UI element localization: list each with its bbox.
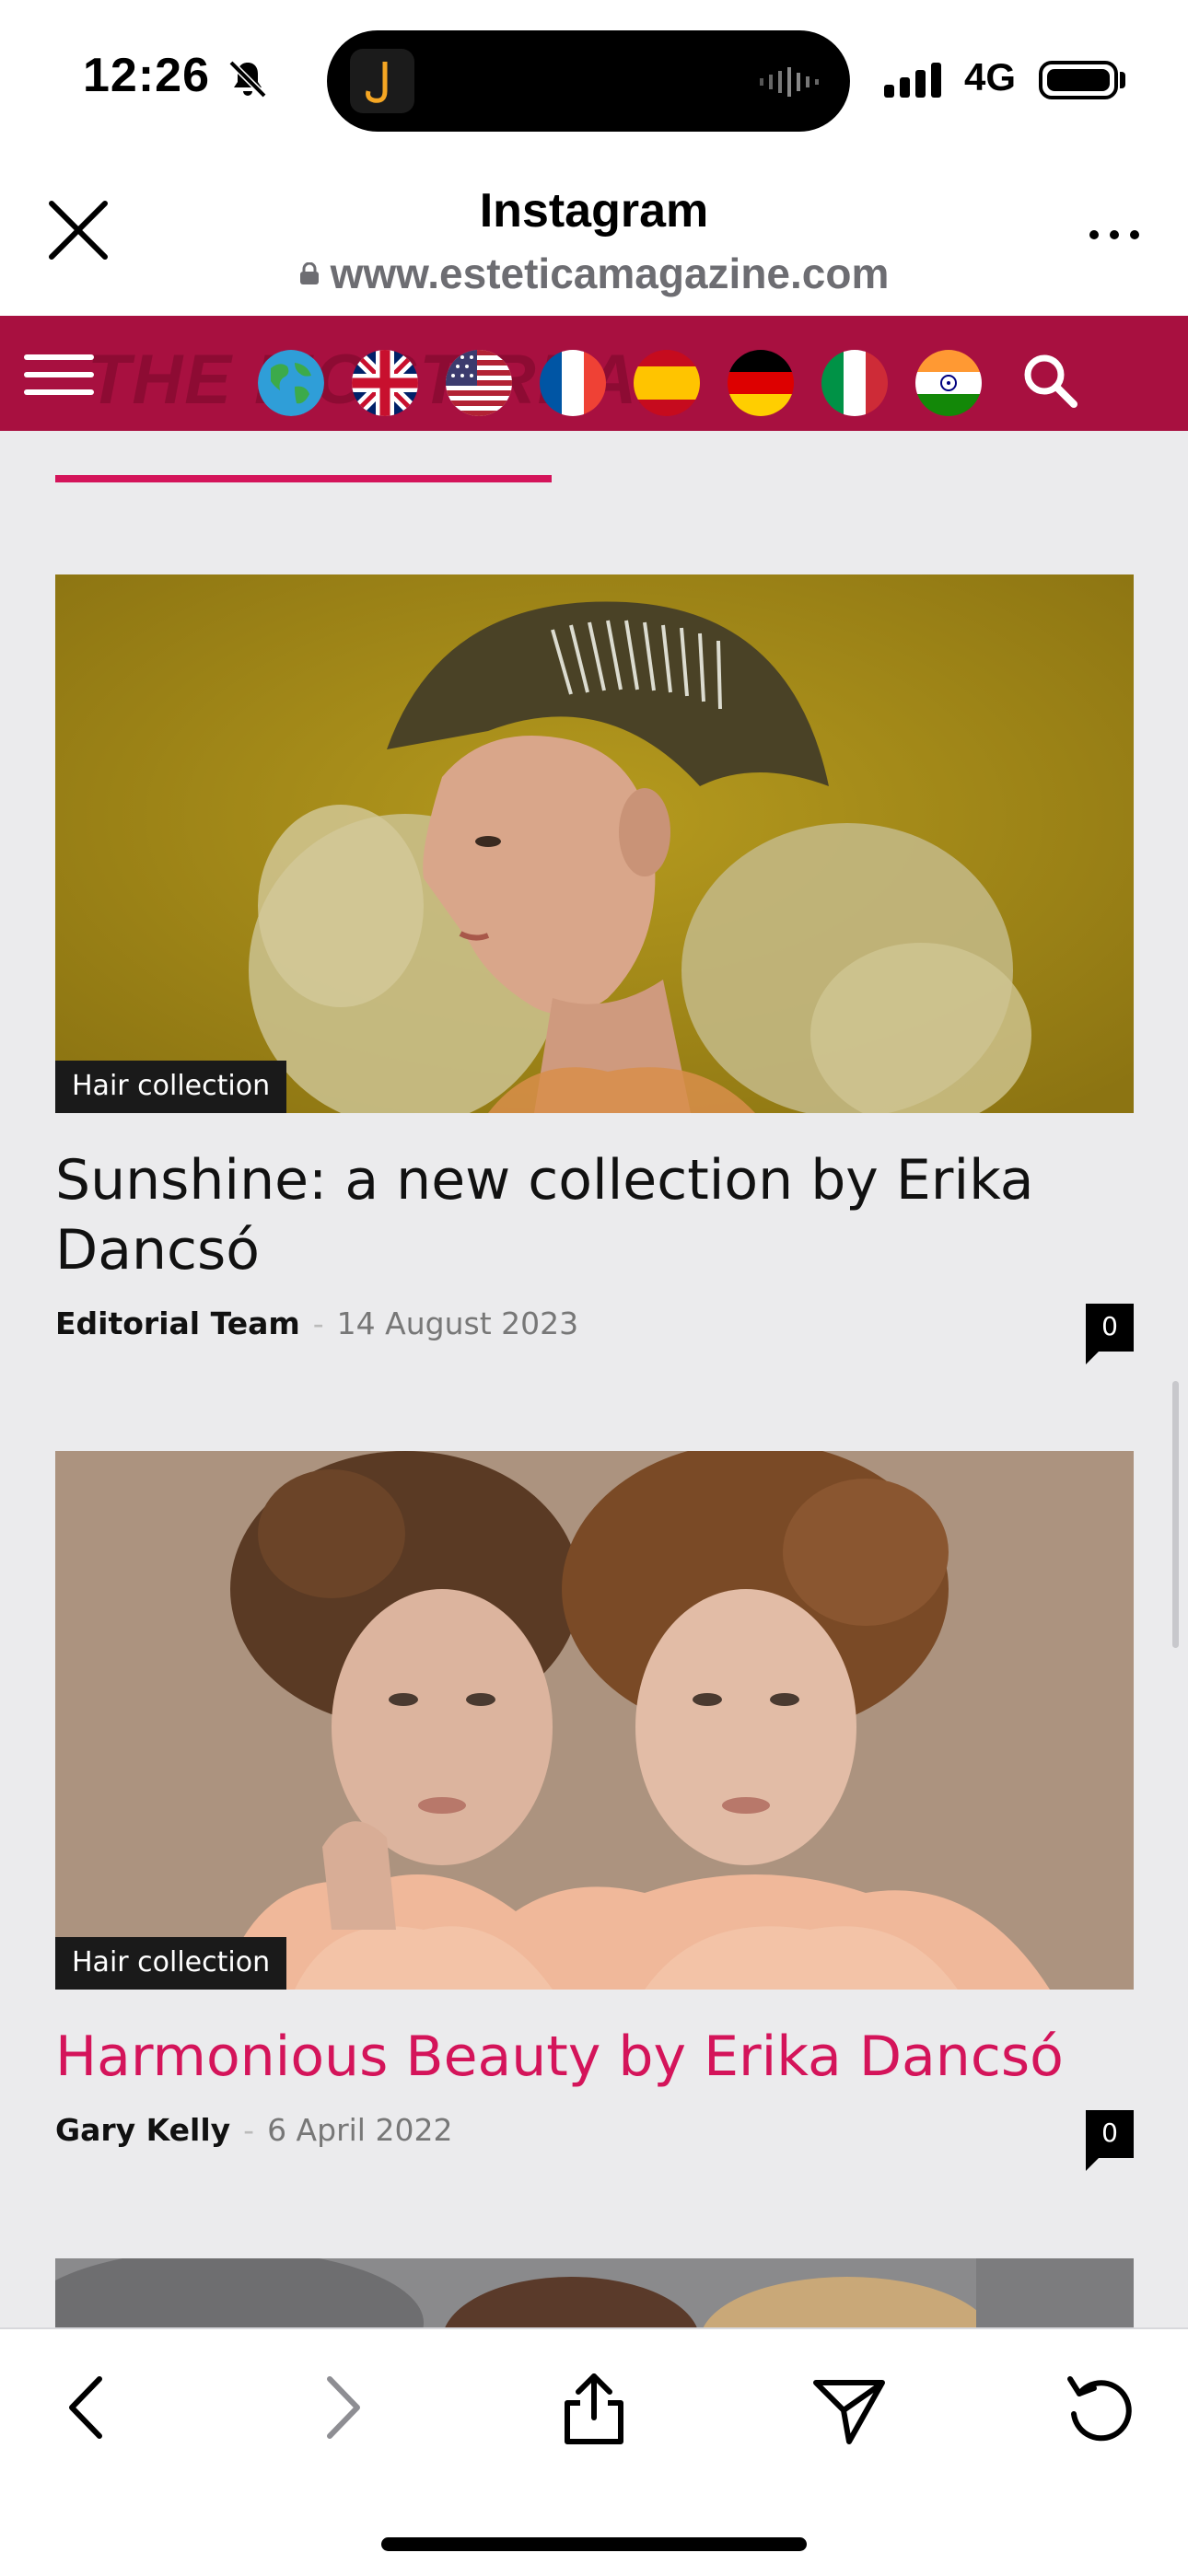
menu-icon[interactable] bbox=[24, 353, 94, 397]
back-icon[interactable] bbox=[46, 2366, 129, 2449]
italy-flag-icon[interactable] bbox=[821, 350, 888, 416]
article-meta: Editorial Team -14 August 2023 bbox=[55, 1305, 578, 1341]
audio-waveform-icon bbox=[760, 67, 819, 97]
more-icon[interactable] bbox=[1082, 212, 1147, 258]
bell-slash-icon bbox=[228, 60, 267, 99]
article-card[interactable] bbox=[55, 2258, 1134, 2327]
globe-flag-icon[interactable] bbox=[258, 350, 324, 416]
comment-count-badge[interactable]: 0 bbox=[1086, 1304, 1134, 1364]
article-title[interactable]: Harmonious Beauty by Erika Dancsó bbox=[55, 2022, 1134, 2092]
article-photo-woman-profile bbox=[55, 574, 1134, 1113]
article-meta: Gary Kelly -6 April 2022 bbox=[55, 2112, 452, 2148]
category-label[interactable]: Hair collection bbox=[55, 1061, 287, 1113]
article-card[interactable]: Hair collection Sunshine: a new collecti… bbox=[55, 574, 1134, 1366]
publish-date: 6 April 2022 bbox=[267, 2112, 453, 2148]
author-name[interactable]: Gary Kelly bbox=[55, 2112, 230, 2148]
meta-separator: - bbox=[243, 2112, 255, 2148]
usa-flag-icon[interactable] bbox=[446, 350, 512, 416]
battery-tip bbox=[1120, 72, 1125, 88]
in-app-browser-header: Instagram www.esteticamagazine.com bbox=[0, 161, 1188, 316]
uk-flag-icon[interactable] bbox=[352, 350, 418, 416]
germany-flag-icon[interactable] bbox=[728, 350, 794, 416]
network-type: 4G bbox=[964, 55, 1017, 99]
site-navigation-bar: THE MOST READ bbox=[0, 316, 1188, 431]
battery-icon bbox=[1039, 61, 1118, 99]
url-text: www.esteticamagazine.com bbox=[330, 249, 890, 297]
status-bar: 12:26 4G bbox=[0, 0, 1188, 161]
search-icon[interactable] bbox=[1020, 351, 1079, 410]
meta-separator: - bbox=[312, 1305, 324, 1341]
active-tab-underline bbox=[55, 475, 552, 482]
scrollbar[interactable] bbox=[1172, 1381, 1179, 1648]
send-icon[interactable] bbox=[807, 2366, 890, 2449]
spain-flag-icon[interactable] bbox=[634, 350, 700, 416]
clock: 12:26 bbox=[83, 49, 210, 102]
category-label[interactable]: Hair collection bbox=[55, 1937, 287, 1990]
france-flag-icon[interactable] bbox=[540, 350, 606, 416]
article-title[interactable]: Sunshine: a new collection by Erika Danc… bbox=[55, 1145, 1134, 1285]
reload-icon[interactable] bbox=[1059, 2366, 1142, 2449]
home-indicator[interactable] bbox=[381, 2537, 807, 2551]
article-image[interactable]: Hair collection bbox=[55, 574, 1134, 1113]
signal-icon bbox=[884, 63, 941, 98]
share-icon[interactable] bbox=[553, 2366, 635, 2449]
article-image[interactable] bbox=[55, 2258, 1134, 2327]
comment-count-badge[interactable]: 0 bbox=[1086, 2110, 1134, 2171]
now-playing-app-icon bbox=[350, 49, 414, 113]
article-image[interactable]: Hair collection bbox=[55, 1451, 1134, 1990]
browser-title: Instagram bbox=[479, 184, 709, 238]
article-card[interactable]: Hair collection Harmonious Beauty by Eri… bbox=[55, 1451, 1134, 2215]
author-name[interactable]: Editorial Team bbox=[55, 1305, 300, 1341]
dynamic-island bbox=[327, 30, 850, 132]
publish-date: 14 August 2023 bbox=[336, 1305, 579, 1341]
forward-icon[interactable] bbox=[300, 2366, 383, 2449]
india-flag-icon[interactable] bbox=[915, 350, 982, 416]
article-photo-two-women bbox=[55, 1451, 1134, 1990]
lock-icon bbox=[299, 261, 319, 284]
url-display[interactable]: www.esteticamagazine.com bbox=[0, 249, 1188, 298]
